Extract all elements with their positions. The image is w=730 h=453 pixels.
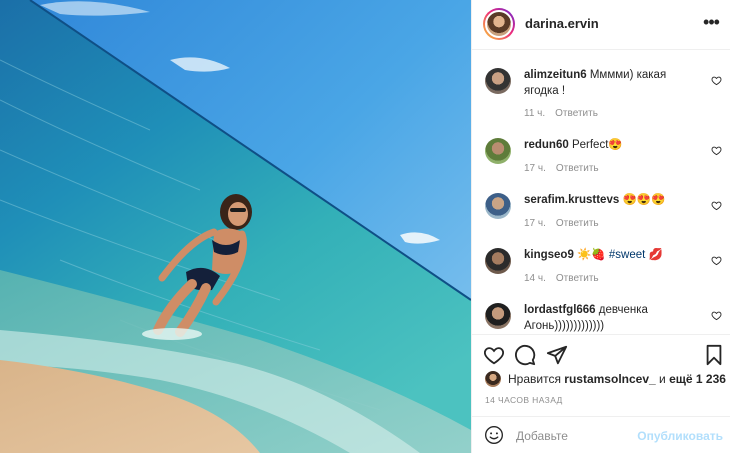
reply-button[interactable]: Ответить: [556, 163, 599, 174]
likes-and: и: [659, 372, 666, 386]
comment-username[interactable]: redun60: [524, 139, 569, 151]
comment-text: redun60 Perfect😍: [524, 137, 704, 153]
avatar[interactable]: [485, 248, 511, 274]
comment-meta: 17 ч. Ответить: [524, 218, 609, 229]
hashtag-link[interactable]: #sweet: [609, 249, 645, 261]
comment-input[interactable]: Добавьте: [516, 429, 568, 443]
avatar[interactable]: [485, 68, 511, 94]
comment-username[interactable]: serafim.krusttevs: [524, 194, 619, 206]
comment-username[interactable]: lordastfgl666: [524, 304, 596, 316]
heart-icon[interactable]: [711, 310, 722, 321]
emoji-icon[interactable]: [484, 425, 504, 445]
comment-body-end: 💋: [645, 249, 663, 261]
avatar[interactable]: [485, 138, 511, 164]
add-comment-bar: Добавьте Опубликовать: [472, 416, 730, 453]
reply-button[interactable]: Ответить: [556, 218, 599, 229]
likes-summary: Нравится rustamsolncev_ и ещё 1 236: [485, 370, 726, 388]
comment-body: Perfect😍: [571, 139, 623, 151]
avatar[interactable]: [485, 193, 511, 219]
author-avatar[interactable]: [483, 8, 515, 40]
reply-button[interactable]: Ответить: [556, 273, 599, 284]
publish-button[interactable]: Опубликовать: [637, 429, 723, 443]
comment-icon[interactable]: [514, 344, 536, 366]
reply-button[interactable]: Ответить: [555, 108, 598, 119]
liker-username[interactable]: rustamsolncev_: [564, 372, 655, 386]
comment-text: kingseo9 ☀️🍓 #sweet 💋: [524, 247, 704, 263]
heart-icon[interactable]: [711, 145, 722, 156]
post-photo[interactable]: [0, 0, 471, 453]
heart-icon[interactable]: [711, 200, 722, 211]
comment-text: lordastfgl666 девченка Агонь))))))))))))…: [524, 302, 704, 334]
post-header: darina.ervin •••: [472, 0, 730, 50]
comment-body: 😍😍😍: [622, 194, 666, 206]
comment-username[interactable]: alimzeitun6: [524, 69, 587, 81]
comment-text: serafim.krusttevs 😍😍😍: [524, 192, 704, 208]
comment-time: 14 ч.: [524, 273, 546, 284]
comment-time: 17 ч.: [524, 218, 546, 229]
comment-time: 17 ч.: [524, 163, 546, 174]
comment-meta: 11 ч. Ответить: [524, 108, 608, 119]
avatar[interactable]: [485, 303, 511, 329]
comment-body: ☀️🍓: [577, 249, 609, 261]
share-icon[interactable]: [546, 344, 568, 366]
likes-count[interactable]: ещё 1 236: [669, 372, 726, 386]
comment-meta: 17 ч. Ответить: [524, 163, 609, 174]
heart-icon[interactable]: [711, 75, 722, 86]
action-bar: [472, 334, 730, 374]
heart-icon[interactable]: [711, 255, 722, 266]
heart-icon[interactable]: [483, 344, 505, 366]
ellipsis-icon[interactable]: •••: [702, 12, 720, 32]
author-username[interactable]: darina.ervin: [525, 16, 599, 31]
comment-meta: 14 ч. Ответить: [524, 273, 609, 284]
bookmark-icon[interactable]: [703, 344, 725, 366]
liker-avatar[interactable]: [485, 371, 501, 387]
post-timestamp[interactable]: 14 ЧАСОВ НАЗАД: [485, 395, 563, 405]
comment-text: alimzeitun6 Мммми) какая ягодка !: [524, 67, 704, 99]
comment-username[interactable]: kingseo9: [524, 249, 574, 261]
likes-prefix: Нравится: [508, 372, 561, 386]
post-sidebar: darina.ervin ••• alimzeitun6 Мммми) кака…: [471, 0, 730, 453]
comment-list[interactable]: alimzeitun6 Мммми) какая ягодка ! 11 ч. О…: [472, 51, 730, 334]
comment-time: 11 ч.: [524, 108, 546, 119]
